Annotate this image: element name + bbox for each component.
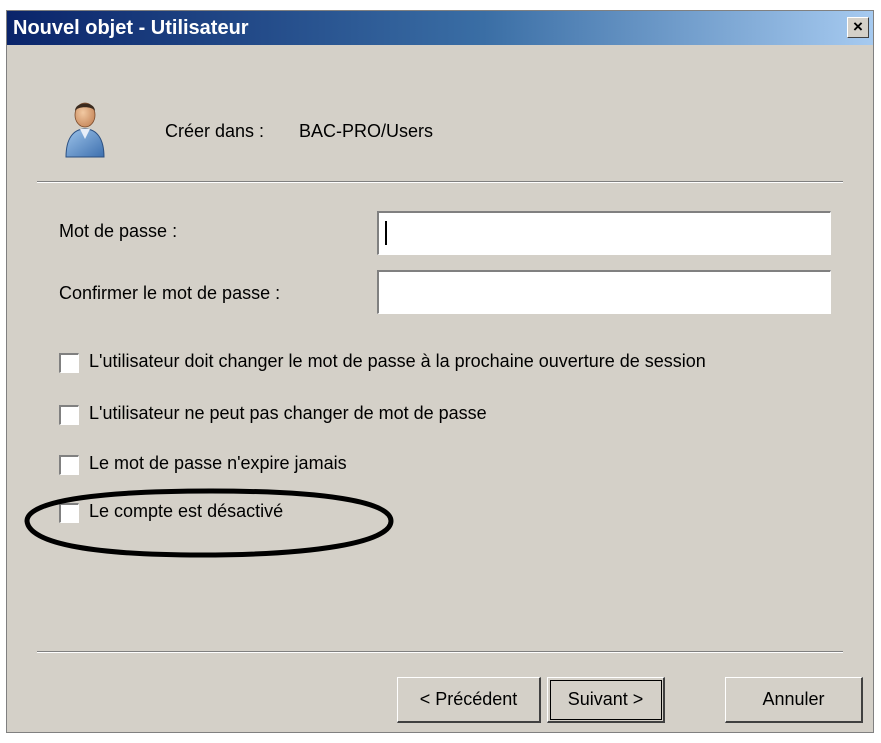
password-field[interactable] (377, 211, 831, 255)
create-in-label: Créer dans : (165, 121, 265, 141)
close-icon: × (853, 17, 863, 36)
text-caret (385, 221, 387, 245)
title-bar[interactable]: Nouvel objet - Utilisateur × (7, 11, 873, 45)
option-label: L'utilisateur ne peut pas changer de mot… (89, 403, 487, 423)
checkbox[interactable] (59, 353, 79, 373)
next-button[interactable]: Suivant > (547, 677, 665, 723)
user-icon (65, 102, 105, 158)
window-title: Nouvel objet - Utilisateur (13, 17, 249, 39)
option-label: Le mot de passe n'expire jamais (89, 453, 347, 473)
checkbox[interactable] (59, 455, 79, 475)
checkbox[interactable] (59, 405, 79, 425)
new-user-dialog: Nouvel objet - Utilisateur × Créer dans … (6, 10, 874, 733)
header-separator (37, 181, 843, 183)
close-button[interactable]: × (847, 17, 869, 38)
checkbox[interactable] (59, 503, 79, 523)
create-in-path: BAC-PRO/Users (299, 121, 434, 141)
confirm-password-field[interactable] (377, 270, 831, 314)
footer-separator (37, 651, 843, 653)
cancel-button[interactable]: Annuler (725, 677, 863, 723)
option-label: L'utilisateur doit changer le mot de pas… (89, 351, 706, 371)
option-label: Le compte est désactivé (89, 501, 284, 521)
back-button[interactable]: < Précédent (397, 677, 541, 723)
annotation-ellipse (24, 488, 394, 558)
password-label: Mot de passe : (59, 221, 178, 241)
confirm-password-label: Confirmer le mot de passe : (59, 283, 281, 303)
